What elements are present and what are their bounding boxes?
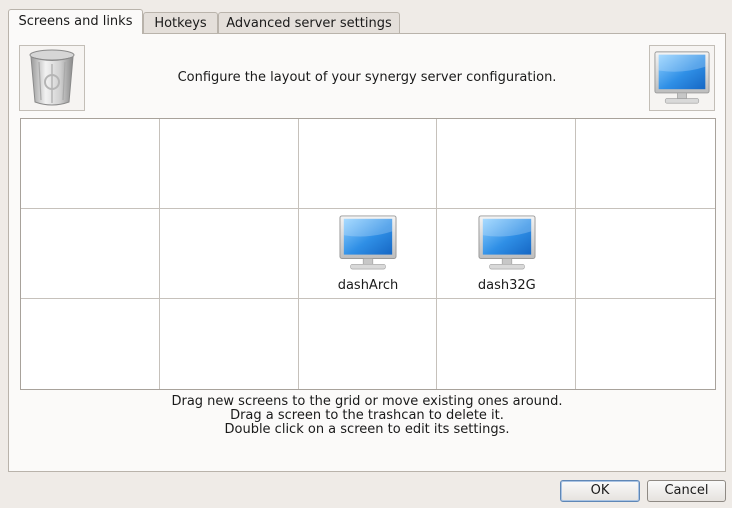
grid-cell[interactable]	[159, 209, 299, 299]
help-text: Drag new screens to the grid or move exi…	[9, 395, 725, 437]
help-line: Drag a screen to the trashcan to delete …	[230, 408, 504, 423]
grid-cell[interactable]	[576, 299, 715, 389]
help-line: Drag new screens to the grid or move exi…	[171, 394, 563, 409]
grid-cell[interactable]	[576, 119, 715, 209]
screen-name: dashArch	[337, 278, 399, 293]
grid-cell[interactable]	[437, 299, 577, 389]
cancel-button[interactable]: Cancel	[647, 480, 726, 502]
tab-screens-and-links[interactable]: Screens and links	[8, 9, 143, 34]
screen-dash32G[interactable]: dash32G	[475, 214, 539, 293]
monitor-icon	[652, 50, 712, 106]
grid-cell[interactable]	[437, 119, 577, 209]
ok-button[interactable]: OK	[560, 480, 640, 502]
grid-cell[interactable]	[299, 299, 438, 389]
grid-cell[interactable]	[576, 209, 715, 299]
tab-hotkeys[interactable]: Hotkeys	[143, 12, 218, 33]
monitor-icon	[475, 214, 539, 272]
grid-cell[interactable]	[298, 119, 438, 209]
grid-cell[interactable]	[21, 299, 160, 389]
page-headline: Configure the layout of your synergy ser…	[177, 70, 557, 85]
grid-cell[interactable]	[21, 119, 160, 209]
new-screen-source[interactable]	[649, 45, 715, 111]
tab-advanced-server-settings[interactable]: Advanced server settings	[218, 12, 400, 33]
help-line: Double click on a screen to edit its set…	[224, 422, 510, 437]
monitor-icon	[336, 214, 400, 272]
screen-name: dash32G	[477, 278, 536, 293]
grid-cell[interactable]	[21, 209, 160, 299]
grid-cell[interactable]	[159, 119, 299, 209]
screen-layout-grid[interactable]: dashArch dash32G	[20, 118, 716, 390]
screens-and-links-panel: Configure the layout of your synergy ser…	[8, 33, 726, 472]
screen-dashArch[interactable]: dashArch	[336, 214, 400, 293]
grid-cell[interactable]	[160, 299, 299, 389]
